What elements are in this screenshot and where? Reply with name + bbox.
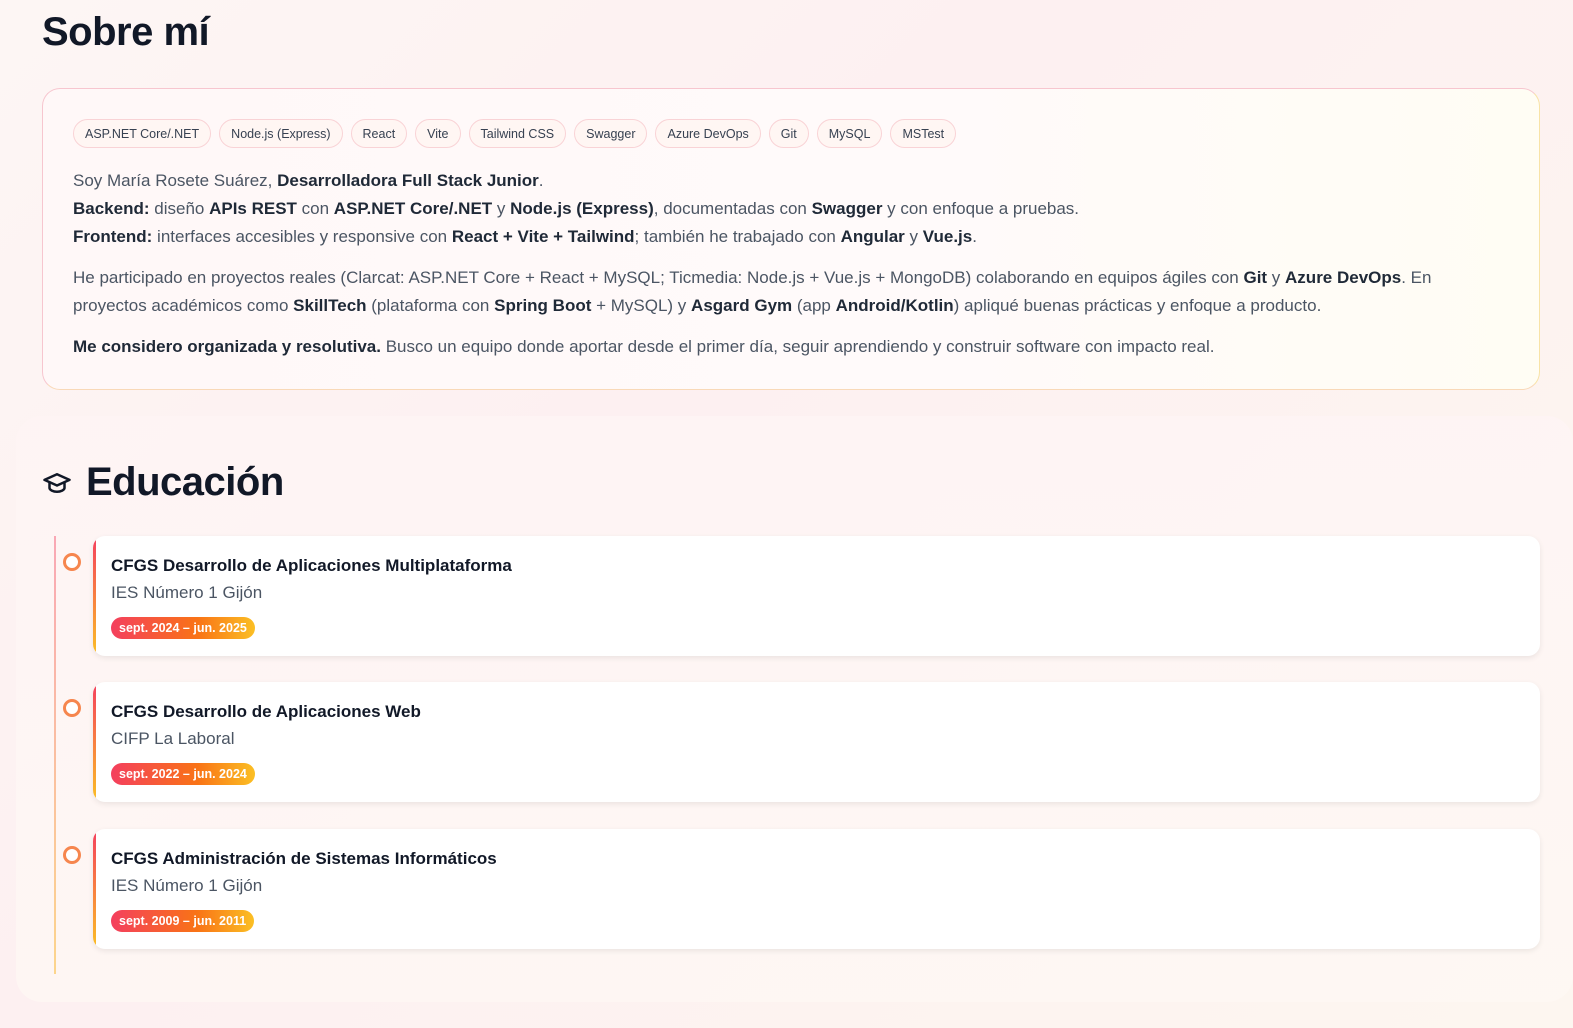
education-degree: CFGS Administración de Sistemas Informát…	[111, 849, 497, 868]
skill-chip: MySQL	[816, 119, 883, 148]
education-school: IES Número 1 Gijón	[111, 583, 263, 602]
education-degree: CFGS Desarrollo de Aplicaciones Multipla…	[111, 556, 512, 575]
skill-chip: Azure DevOps	[655, 119, 761, 148]
education-dates-badge: sept. 2024 – jun. 2025	[111, 617, 255, 639]
skill-chip: Swagger	[574, 119, 648, 148]
education-card: CFGS Administración de Sistemas Informát…	[93, 829, 1540, 949]
education-title: Educación	[86, 460, 284, 504]
about-title: Sobre mí	[42, 10, 210, 54]
skill-chip: Node.js (Express)	[219, 119, 343, 148]
timeline-dot	[63, 553, 81, 571]
education-dates-badge: sept. 2009 – jun. 2011	[111, 910, 255, 932]
skill-chip: ASP.NET Core/.NET	[73, 119, 212, 148]
timeline-dot	[63, 699, 81, 717]
skill-chip: React	[350, 119, 408, 148]
graduation-cap-icon	[43, 472, 71, 493]
skill-chip: MSTest	[890, 119, 957, 148]
skill-chip: Tailwind CSS	[468, 119, 567, 148]
about-paragraph-intro: Soy María Rosete Suárez, Desarrolladora …	[73, 171, 1080, 246]
skill-chip: Git	[768, 119, 809, 148]
about-paragraph-summary: Me considero organizada y resolutiva. Bu…	[73, 337, 1215, 356]
education-header: Educación	[42, 460, 284, 505]
about-text: Soy María Rosete Suárez, Desarrolladora …	[73, 167, 1509, 361]
timeline-dot	[63, 846, 81, 864]
about-paragraph-projects: He participado en proyectos reales (Clar…	[73, 268, 1432, 315]
about-card: ASP.NET Core/.NET Node.js (Express) Reac…	[42, 88, 1540, 390]
education-item: CFGS Administración de Sistemas Informát…	[56, 829, 1540, 949]
skill-chip: Vite	[415, 119, 461, 148]
education-school: IES Número 1 Gijón	[111, 876, 263, 895]
education-card: CFGS Desarrollo de Aplicaciones Web CIFP…	[93, 682, 1540, 802]
education-item: CFGS Desarrollo de Aplicaciones Web CIFP…	[56, 682, 1540, 802]
education-item: CFGS Desarrollo de Aplicaciones Multipla…	[56, 536, 1540, 656]
education-degree: CFGS Desarrollo de Aplicaciones Web	[111, 702, 421, 721]
page: Sobre mí ASP.NET Core/.NET Node.js (Expr…	[0, 0, 1573, 1028]
education-school: CIFP La Laboral	[111, 729, 235, 748]
skill-chips: ASP.NET Core/.NET Node.js (Express) Reac…	[73, 119, 1509, 149]
education-card: CFGS Desarrollo de Aplicaciones Multipla…	[93, 536, 1540, 656]
education-dates-badge: sept. 2022 – jun. 2024	[111, 763, 255, 785]
